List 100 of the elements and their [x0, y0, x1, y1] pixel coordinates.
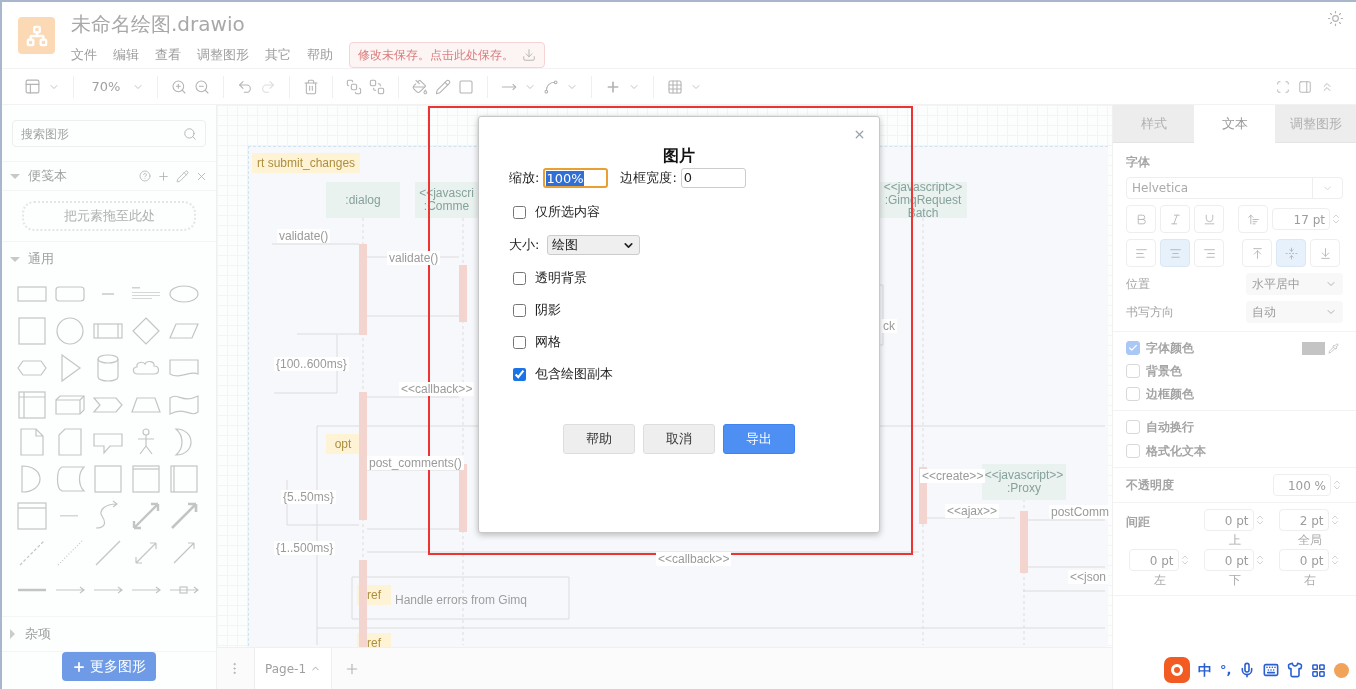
align-middle-icon[interactable] [1284, 246, 1298, 260]
align-button[interactable] [1194, 239, 1224, 267]
collapse-triangle-icon[interactable] [10, 629, 15, 639]
checkbox[interactable] [513, 205, 526, 219]
to-back-icon[interactable] [369, 78, 385, 95]
grid-icon[interactable] [1311, 662, 1327, 678]
checkbox[interactable] [513, 335, 526, 349]
input-method-logo-icon[interactable] [1164, 657, 1190, 683]
fill-bucket-icon[interactable] [412, 78, 428, 95]
checkbox[interactable] [1126, 341, 1140, 355]
border-width-field[interactable]: 0 [680, 168, 746, 188]
spacing-field[interactable]: 0 pt [1128, 549, 1179, 571]
align-left-icon[interactable] [1134, 246, 1148, 260]
list-icon[interactable] [16, 500, 48, 532]
page-tab[interactable]: Page-1 [254, 648, 332, 689]
internal-storage-icon[interactable] [16, 389, 48, 421]
shadow-square-icon[interactable] [458, 78, 474, 95]
checkbox[interactable] [1126, 444, 1140, 458]
zoom-in-icon[interactable] [171, 78, 187, 95]
checkbox[interactable] [513, 367, 526, 381]
eyedropper-icon[interactable] [1328, 342, 1339, 354]
option-select[interactable]: 水平居中 [1246, 273, 1343, 295]
color-swatch[interactable] [1302, 341, 1325, 355]
checkbox[interactable] [513, 271, 526, 285]
option-select[interactable]: 自动 [1246, 301, 1343, 323]
collapse-triangle-icon[interactable] [10, 256, 20, 262]
font-select[interactable]: Helvetica [1126, 177, 1343, 199]
undo-icon[interactable] [237, 78, 253, 95]
square-icon[interactable] [92, 463, 124, 495]
dialog-button[interactable]: 帮助 [563, 424, 635, 454]
align-right-icon[interactable] [1202, 246, 1216, 260]
zoom-out-icon[interactable] [194, 78, 210, 95]
punctuation-mode[interactable]: °, [1220, 660, 1232, 680]
vertical-align-button[interactable] [1276, 239, 1306, 267]
redo-icon[interactable] [260, 78, 276, 95]
align-center-icon[interactable] [1168, 246, 1182, 260]
align-button[interactable] [1126, 239, 1156, 267]
align-top-icon[interactable] [1250, 246, 1264, 260]
fullscreen-icon[interactable] [1276, 79, 1290, 94]
dialog-button[interactable]: 取消 [643, 424, 715, 454]
italic-icon[interactable] [1168, 212, 1182, 226]
download-icon[interactable] [522, 48, 536, 62]
font-size-icon[interactable] [1246, 212, 1260, 226]
help-icon[interactable] [139, 170, 151, 182]
to-front-icon[interactable] [346, 78, 362, 95]
menu-item[interactable]: 查看 [155, 45, 181, 65]
align-button[interactable] [1160, 239, 1190, 267]
stepper-icon[interactable] [1331, 479, 1343, 491]
spacing-field[interactable]: 0 pt [1203, 509, 1254, 531]
document-title[interactable]: 未命名绘图.drawio [71, 11, 545, 37]
zoom-level[interactable]: 70% [87, 76, 125, 97]
square-icon[interactable] [16, 315, 48, 347]
vertical-align-button[interactable] [1310, 239, 1340, 267]
pencil-icon[interactable] [435, 78, 451, 95]
data-storage-icon[interactable] [54, 463, 86, 495]
keyboard-icon[interactable] [1263, 662, 1280, 678]
window-icon[interactable] [130, 463, 162, 495]
collapse-triangle-icon[interactable] [10, 173, 20, 179]
section-title[interactable]: 杂项 [25, 624, 51, 644]
menu-item[interactable]: 文件 [71, 45, 97, 65]
scale-field[interactable]: 100% [543, 168, 609, 188]
checkbox[interactable] [513, 303, 526, 317]
panel-toggle-icon[interactable] [1298, 79, 1312, 94]
align-bottom-icon[interactable] [1318, 246, 1332, 260]
search-field[interactable]: 搜索图形 [12, 120, 206, 147]
spacing-field[interactable]: 2 pt [1278, 509, 1329, 531]
edit-icon[interactable] [176, 169, 189, 183]
add-icon[interactable] [157, 169, 170, 183]
underline-icon[interactable] [1202, 212, 1216, 226]
search-input[interactable]: 搜索图形 [21, 124, 183, 143]
close-icon[interactable] [853, 128, 866, 141]
avatar-icon[interactable] [1334, 662, 1350, 678]
save-notice-button[interactable]: 修改未保存。点击此处保存。 [349, 42, 545, 68]
section-title[interactable]: 通用 [28, 249, 54, 269]
plus-icon[interactable] [72, 659, 86, 674]
shirt-icon[interactable] [1287, 662, 1304, 678]
font-size-field[interactable]: 17 pt [1272, 208, 1330, 230]
size-select[interactable]: 绘图 [547, 235, 641, 255]
section-title[interactable]: 便笺本 [28, 166, 67, 186]
menu-item[interactable]: 帮助 [307, 45, 333, 65]
checkbox[interactable] [1126, 387, 1140, 401]
table-icon[interactable] [667, 78, 683, 95]
opacity-field[interactable]: 100 % [1273, 474, 1331, 496]
circle-icon[interactable] [54, 315, 86, 347]
vertical-align-button[interactable] [1242, 239, 1272, 267]
more-shapes-button[interactable]: 更多图形 [62, 652, 156, 681]
layout-icon[interactable] [24, 78, 41, 95]
menu-item[interactable]: 调整图形 [197, 45, 249, 65]
search-icon[interactable] [183, 126, 197, 141]
spacing-field[interactable]: 0 pt [1203, 549, 1254, 571]
dialog-button[interactable]: 导出 [723, 424, 795, 454]
diamond-icon[interactable] [130, 315, 162, 347]
sun-icon[interactable] [1327, 10, 1344, 27]
delete-icon[interactable] [303, 78, 319, 95]
checkbox[interactable] [1126, 364, 1140, 378]
panel-tab[interactable]: 样式 [1113, 105, 1194, 143]
stepper-icon[interactable] [1330, 213, 1342, 225]
double-arrow-icon[interactable] [130, 500, 162, 532]
input-mode[interactable]: 中 [1198, 659, 1212, 681]
checkbox[interactable] [1126, 420, 1140, 434]
